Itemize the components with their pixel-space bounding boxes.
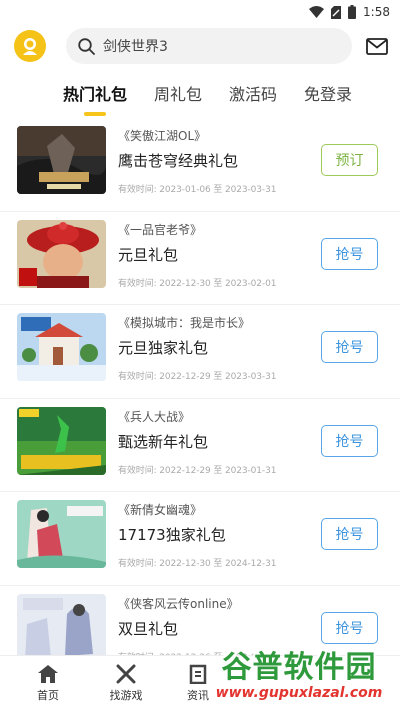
- gift-title: 甄选新年礼包: [118, 432, 209, 451]
- battery-icon: [348, 5, 357, 19]
- user-icon: [23, 38, 37, 55]
- status-bar: 1:58: [0, 0, 400, 24]
- valid-period: 有效时间: 2023-01-06 至 2023-03-31: [118, 185, 277, 195]
- nav-find-games-label: 找游戏: [109, 689, 143, 702]
- home-icon: [38, 665, 58, 683]
- status-time: 1:58: [363, 5, 390, 19]
- reserve-button[interactable]: 预订: [321, 144, 378, 176]
- wifi-icon: [309, 6, 325, 18]
- tab-weekly-gifts[interactable]: 周礼包: [154, 81, 202, 105]
- search-text: 剑侠世界3: [103, 39, 168, 55]
- game-name: 《模拟城市：我是市长》: [118, 316, 251, 330]
- list-item[interactable]: 《一品官老爷》 元旦礼包 有效时间: 2022-12-30 至 2023-02-…: [0, 212, 400, 305]
- nav-home[interactable]: 首页: [12, 656, 84, 711]
- valid-period: 有效时间: 2022-12-29 至 2023-01-31: [118, 465, 277, 476]
- tab-hot-gifts[interactable]: 热门礼包: [63, 81, 127, 116]
- gift-title: 双旦礼包: [118, 619, 179, 638]
- gift-title: 鹰击苍穹经典礼包: [118, 152, 239, 170]
- grab-code-button[interactable]: 抢号: [321, 518, 378, 550]
- game-thumbnail: [17, 500, 106, 568]
- valid-period: 有效时间: 2022-12-30 至 2024-12-31: [118, 559, 277, 569]
- game-name: 《一品官老爷》: [118, 222, 203, 237]
- game-thumbnail: [17, 406, 106, 475]
- game-name: 《笑傲江湖OL》: [118, 129, 207, 143]
- game-icon: [116, 664, 136, 684]
- valid-period: 有效时间: 2022-12-30 至 2023-02-01: [118, 278, 277, 289]
- list-item[interactable]: 《兵人大战》 甄选新年礼包 有效时间: 2022-12-29 至 2023-01…: [0, 399, 400, 492]
- game-thumbnail: [17, 126, 106, 194]
- list-item[interactable]: 《模拟城市：我是市长》 元旦独家礼包 有效时间: 2022-12-29 至 20…: [0, 305, 400, 399]
- watermark-url: www.gupuxlazal.com: [215, 685, 383, 701]
- game-thumbnail: [17, 219, 106, 288]
- watermark-text: 谷普软件园: [221, 650, 377, 685]
- watermark-logo: 谷普软件园 www.gupuxlazal.com: [204, 651, 394, 707]
- tab-activation-codes[interactable]: 激活码: [229, 81, 277, 105]
- tab-no-login[interactable]: 免登录: [304, 81, 352, 105]
- gift-title: 17173独家礼包: [118, 526, 226, 544]
- avatar[interactable]: [14, 30, 46, 62]
- valid-period: 有效时间: 2022-12-29 至 2023-03-31: [118, 372, 277, 382]
- gift-list: 《笑傲江湖OL》 鹰击苍穹经典礼包 有效时间: 2023-01-06 至 202…: [0, 118, 400, 679]
- list-item[interactable]: 《新倩女幽魂》 17173独家礼包 有效时间: 2022-12-30 至 202…: [0, 492, 400, 586]
- grab-code-button[interactable]: 抢号: [321, 237, 378, 270]
- game-name: 《侠客风云传online》: [118, 596, 239, 611]
- nav-find-games[interactable]: 找游戏: [90, 656, 162, 711]
- game-thumbnail: [17, 313, 106, 381]
- grab-code-button[interactable]: 抢号: [321, 611, 378, 644]
- search-input[interactable]: 剑侠世界3: [66, 28, 352, 64]
- gift-title: 元旦独家礼包: [118, 339, 209, 357]
- gift-title: 元旦礼包: [118, 245, 179, 264]
- list-item[interactable]: 《笑傲江湖OL》 鹰击苍穹经典礼包 有效时间: 2023-01-06 至 202…: [0, 118, 400, 212]
- grab-code-button[interactable]: 抢号: [321, 424, 378, 457]
- grab-code-button[interactable]: 抢号: [321, 331, 378, 363]
- mail-icon[interactable]: [366, 37, 388, 55]
- nav-home-label: 首页: [37, 689, 59, 702]
- game-name: 《新倩女幽魂》: [118, 503, 203, 517]
- top-bar: 剑侠世界3: [0, 24, 400, 68]
- game-name: 《兵人大战》: [118, 409, 191, 424]
- search-icon: [78, 37, 95, 55]
- sim-icon: [331, 5, 342, 19]
- game-thumbnail: [17, 593, 106, 662]
- gift-tabs: 热门礼包 周礼包 激活码 免登录: [0, 68, 400, 118]
